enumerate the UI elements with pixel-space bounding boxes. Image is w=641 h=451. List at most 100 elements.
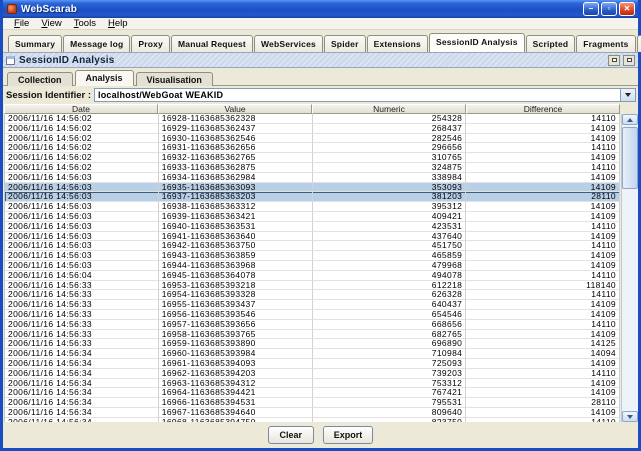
main-tab-spider[interactable]: Spider xyxy=(324,35,366,52)
cell-value[interactable]: 16959-1163685393890 xyxy=(159,339,313,349)
column-header-date[interactable]: Date xyxy=(4,104,158,114)
cell-difference[interactable]: 14110 xyxy=(466,271,620,281)
cell-date[interactable]: 2006/11/16 14:56:34 xyxy=(5,349,159,359)
cell-date[interactable]: 2006/11/16 14:56:03 xyxy=(5,261,159,271)
table-row[interactable]: 2006/11/16 14:56:3316957-116368539365666… xyxy=(5,320,620,330)
table-row[interactable]: 2006/11/16 14:56:3416966-116368539453179… xyxy=(5,398,620,408)
cell-date[interactable]: 2006/11/16 14:56:03 xyxy=(5,251,159,261)
cell-difference[interactable]: 14109 xyxy=(466,310,620,320)
cell-date[interactable]: 2006/11/16 14:56:02 xyxy=(5,134,159,144)
session-identifier-combobox[interactable]: localhost/WebGoat WEAKID xyxy=(94,88,636,102)
minimize-button[interactable]: – xyxy=(583,2,599,16)
cell-value[interactable]: 16954-1163685393328 xyxy=(159,290,313,300)
cell-difference[interactable]: 14109 xyxy=(466,232,620,242)
column-header-difference[interactable]: Difference xyxy=(466,104,620,114)
cell-difference[interactable]: 14109 xyxy=(466,379,620,389)
cell-value[interactable]: 16960-1163685393984 xyxy=(159,349,313,359)
cell-difference[interactable]: 14094 xyxy=(466,349,620,359)
table-row[interactable]: 2006/11/16 14:56:0316938-116368536331239… xyxy=(5,202,620,212)
table-row[interactable]: 2006/11/16 14:56:0316934-116368536298433… xyxy=(5,173,620,183)
cell-value[interactable]: 16953-1163685393218 xyxy=(159,281,313,291)
cell-date[interactable]: 2006/11/16 14:56:03 xyxy=(5,173,159,183)
cell-numeric[interactable]: 668656 xyxy=(313,320,467,330)
cell-numeric[interactable]: 479968 xyxy=(313,261,467,271)
cell-value[interactable]: 16938-1163685363312 xyxy=(159,202,313,212)
main-tab-sessionid-analysis[interactable]: SessionID Analysis xyxy=(429,33,525,52)
main-tab-fuzzer[interactable]: Fuzzer xyxy=(637,35,641,52)
export-button[interactable]: Export xyxy=(323,426,374,444)
cell-date[interactable]: 2006/11/16 14:56:33 xyxy=(5,339,159,349)
cell-numeric[interactable]: 353093 xyxy=(313,183,467,193)
cell-difference[interactable]: 14109 xyxy=(466,408,620,418)
cell-difference[interactable]: 14109 xyxy=(466,330,620,340)
column-header-value[interactable]: Value xyxy=(158,104,312,114)
cell-difference[interactable]: 14109 xyxy=(466,261,620,271)
table-row[interactable]: 2006/11/16 14:56:0416945-116368536407849… xyxy=(5,271,620,281)
cell-numeric[interactable]: 626328 xyxy=(313,290,467,300)
vertical-scrollbar[interactable] xyxy=(621,114,638,422)
cell-numeric[interactable]: 381203 xyxy=(313,192,467,202)
cell-date[interactable]: 2006/11/16 14:56:33 xyxy=(5,310,159,320)
table-row[interactable]: 2006/11/16 14:56:3416960-116368539398471… xyxy=(5,349,620,359)
cell-value[interactable]: 16961-1163685394093 xyxy=(159,359,313,369)
menu-file[interactable]: File xyxy=(8,18,35,29)
cell-date[interactable]: 2006/11/16 14:56:02 xyxy=(5,153,159,163)
cell-difference[interactable]: 28110 xyxy=(466,192,620,202)
cell-value[interactable]: 16968-1163685394750 xyxy=(159,418,313,422)
menu-help[interactable]: Help xyxy=(102,18,134,29)
cell-difference[interactable]: 14110 xyxy=(466,418,620,422)
cell-date[interactable]: 2006/11/16 14:56:03 xyxy=(5,202,159,212)
table-row[interactable]: 2006/11/16 14:56:0316935-116368536309335… xyxy=(5,183,620,193)
cell-difference[interactable]: 14109 xyxy=(466,153,620,163)
table-row[interactable]: 2006/11/16 14:56:0316943-116368536385946… xyxy=(5,251,620,261)
table-row[interactable]: 2006/11/16 14:56:3316955-116368539343764… xyxy=(5,300,620,310)
cell-numeric[interactable]: 437640 xyxy=(313,232,467,242)
cell-date[interactable]: 2006/11/16 14:56:33 xyxy=(5,330,159,340)
cell-date[interactable]: 2006/11/16 14:56:02 xyxy=(5,124,159,134)
cell-numeric[interactable]: 324875 xyxy=(313,163,467,173)
cell-numeric[interactable]: 465859 xyxy=(313,251,467,261)
cell-date[interactable]: 2006/11/16 14:56:34 xyxy=(5,359,159,369)
table-row[interactable]: 2006/11/16 14:56:0316940-116368536353142… xyxy=(5,222,620,232)
table-row[interactable]: 2006/11/16 14:56:3316953-116368539321861… xyxy=(5,281,620,291)
table-row[interactable]: 2006/11/16 14:56:0316941-116368536364043… xyxy=(5,232,620,242)
cell-value[interactable]: 16940-1163685363531 xyxy=(159,222,313,232)
cell-date[interactable]: 2006/11/16 14:56:03 xyxy=(5,212,159,222)
cell-numeric[interactable]: 710984 xyxy=(313,349,467,359)
main-tab-scripted[interactable]: Scripted xyxy=(526,35,576,52)
table-row[interactable]: 2006/11/16 14:56:0216930-116368536254628… xyxy=(5,134,620,144)
internal-frame-maximize-button[interactable] xyxy=(623,55,635,66)
cell-difference[interactable]: 14110 xyxy=(466,320,620,330)
cell-difference[interactable]: 14110 xyxy=(466,143,620,153)
cell-numeric[interactable]: 725093 xyxy=(313,359,467,369)
cell-value[interactable]: 16958-1163685393765 xyxy=(159,330,313,340)
column-header-numeric[interactable]: Numeric xyxy=(312,104,466,114)
cell-value[interactable]: 16937-1163685363203 xyxy=(159,192,313,202)
cell-value[interactable]: 16931-1163685362656 xyxy=(159,143,313,153)
cell-date[interactable]: 2006/11/16 14:56:34 xyxy=(5,398,159,408)
scrollbar-thumb[interactable] xyxy=(622,127,638,189)
table-row[interactable]: 2006/11/16 14:56:3316959-116368539389069… xyxy=(5,339,620,349)
cell-numeric[interactable]: 395312 xyxy=(313,202,467,212)
cell-numeric[interactable]: 254328 xyxy=(313,114,467,124)
cell-date[interactable]: 2006/11/16 14:56:34 xyxy=(5,388,159,398)
cell-value[interactable]: 16928-1163685362328 xyxy=(159,114,313,124)
cell-value[interactable]: 16932-1163685362765 xyxy=(159,153,313,163)
cell-date[interactable]: 2006/11/16 14:56:34 xyxy=(5,379,159,389)
scroll-down-button[interactable] xyxy=(622,411,638,422)
combobox-dropdown-button[interactable] xyxy=(620,89,635,101)
cell-numeric[interactable]: 494078 xyxy=(313,271,467,281)
cell-date[interactable]: 2006/11/16 14:56:02 xyxy=(5,163,159,173)
table-row[interactable]: 2006/11/16 14:56:0316939-116368536342140… xyxy=(5,212,620,222)
cell-value[interactable]: 16929-1163685362437 xyxy=(159,124,313,134)
cell-date[interactable]: 2006/11/16 14:56:03 xyxy=(5,241,159,251)
cell-difference[interactable]: 14110 xyxy=(466,222,620,232)
cell-numeric[interactable]: 310765 xyxy=(313,153,467,163)
table-row[interactable]: 2006/11/16 14:56:3416962-116368539420373… xyxy=(5,369,620,379)
tab-visualisation[interactable]: Visualisation xyxy=(136,72,213,86)
cell-difference[interactable]: 14109 xyxy=(466,251,620,261)
cell-value[interactable]: 16944-1163685363968 xyxy=(159,261,313,271)
cell-difference[interactable]: 14110 xyxy=(466,290,620,300)
tab-collection[interactable]: Collection xyxy=(7,72,73,86)
cell-numeric[interactable]: 767421 xyxy=(313,388,467,398)
